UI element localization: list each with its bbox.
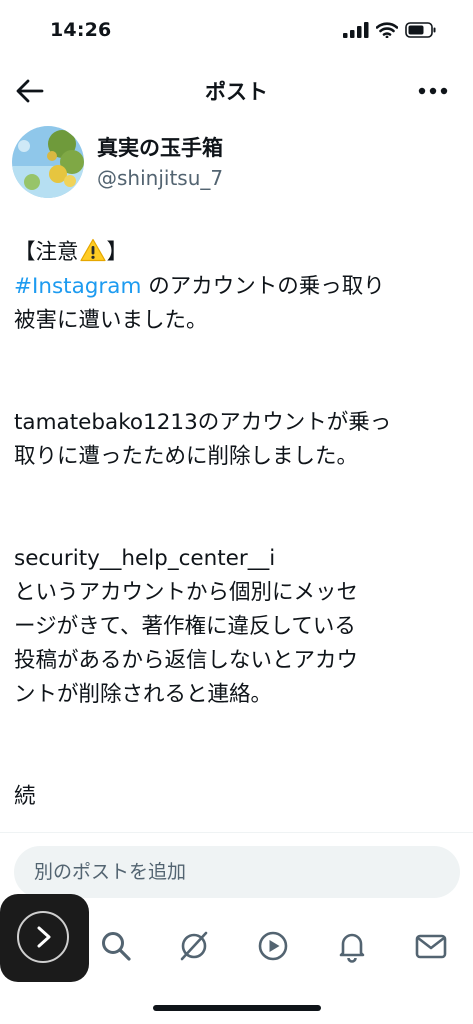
post-text: 【注意 】 #Instagram のアカウントの乗っ取り 被害に遭いました。 ta… <box>14 236 462 814</box>
divider <box>0 832 473 833</box>
top-navigation: ポスト <box>0 62 473 118</box>
cellular-signal-icon <box>343 22 369 38</box>
post-text-segment: のアカウントの乗っ取り <box>141 274 385 299</box>
post-text-segment: 】 <box>106 240 129 265</box>
post-line: security__help_center__i <box>14 546 276 571</box>
author-handle[interactable]: @shinjitsu_7 <box>97 166 223 190</box>
status-bar: 14:26 <box>0 0 473 62</box>
post-line: ントが削除されると連絡。 <box>14 682 273 707</box>
post-line: #Instagram のアカウントの乗っ取り <box>14 270 462 304</box>
post-line: 被害に遭いました。 <box>14 308 208 333</box>
post-line: ージがきて、著作権に違反している <box>14 614 356 639</box>
avatar[interactable] <box>12 126 84 198</box>
post-line: 投稿があるから返信しないとアカウ <box>14 648 359 673</box>
avatar-image <box>12 126 84 198</box>
post-line: 【注意 】 <box>14 236 462 270</box>
add-post-input[interactable]: 別のポストを追加 <box>14 846 460 898</box>
status-icons <box>343 22 437 38</box>
post-line: tamatebako1213のアカウントが乗っ <box>14 410 392 435</box>
chevron-right-icon <box>37 926 51 948</box>
messages-icon[interactable] <box>413 928 449 964</box>
warning-emoji-icon <box>79 238 106 262</box>
grok-icon[interactable] <box>176 928 212 964</box>
post-line: 続 <box>14 784 36 809</box>
home-indicator[interactable] <box>153 1005 321 1011</box>
page-title: ポスト <box>205 80 268 104</box>
hashtag-link[interactable]: #Instagram <box>14 274 141 299</box>
notifications-icon[interactable] <box>334 928 370 964</box>
more-options-icon[interactable] <box>417 86 449 96</box>
video-icon[interactable] <box>255 928 291 964</box>
wifi-icon <box>376 22 398 38</box>
status-time: 14:26 <box>50 19 112 41</box>
search-icon[interactable] <box>98 928 134 964</box>
post-line: 取りに遭ったために削除しました。 <box>14 444 359 469</box>
post-line: というアカウントから個別にメッセ <box>14 580 359 605</box>
home-icon[interactable] <box>0 894 89 982</box>
post-text-segment: 【注意 <box>14 240 79 265</box>
author-display-name[interactable]: 真実の玉手箱 <box>97 132 223 162</box>
battery-icon <box>405 22 436 38</box>
